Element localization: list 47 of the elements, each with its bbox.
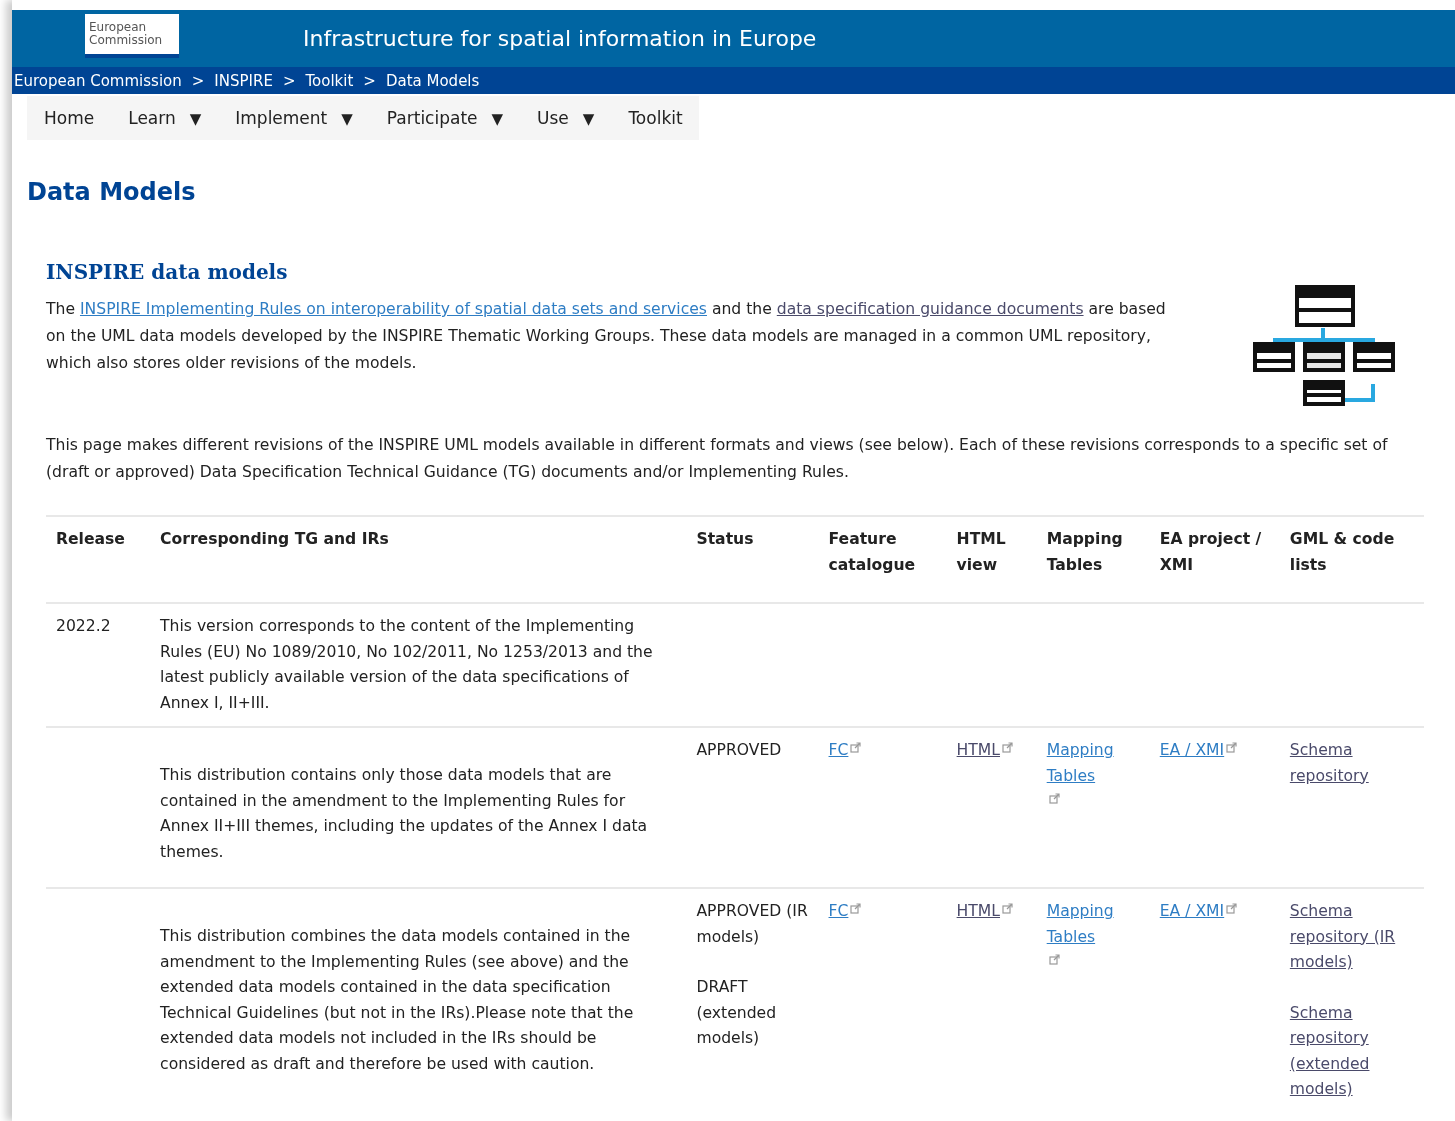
column-header: HTML view — [956, 530, 1006, 574]
breadcrumb-link[interactable]: Data Models — [385, 71, 480, 90]
table-link[interactable]: FC — [828, 899, 849, 925]
breadcrumb-separator: > — [191, 71, 205, 90]
page-title: Data Models — [27, 178, 197, 206]
description-cell-text: This version corresponds to the content of the Implementing Rules (EU) No 1089/2010, No 102/2011, No 1253/2013 and the latest publicly available version of the data specifications of Annex I, II+III. — [160, 616, 654, 714]
table-link[interactable]: Mapping Tables — [1046, 899, 1140, 950]
table-link[interactable]: HTML — [956, 738, 1000, 764]
description-cell-text: This distribution combines the data models contained in the amendment to the Implementing Rules (see above) and the extended data models contained in the data specification Technical Guidelines (but not in the IRs).Please note that the extended data models not included in the IRs should be considered as draft and therefore be used with caution. — [160, 926, 635, 1075]
section-title: INSPIRE data models — [46, 260, 289, 284]
column-header: Mapping Tables — [1046, 530, 1123, 574]
status-text: DRAFT (extended models) — [696, 977, 778, 1049]
table-link[interactable]: FC — [828, 738, 849, 764]
release-cell: 2022.2 — [56, 617, 111, 635]
table-link[interactable]: EA / XMI — [1159, 899, 1225, 925]
menu-item[interactable]: Implement ▼ — [235, 108, 353, 128]
table-link[interactable]: Mapping Tables — [1046, 738, 1140, 789]
status-text: APPROVED — [696, 740, 783, 761]
table-link[interactable]: Schema repository — [1289, 738, 1414, 789]
text-link[interactable]: data specification guidance documents — [776, 300, 1084, 318]
menu-item[interactable]: Toolkit — [628, 108, 683, 128]
menu-item[interactable]: Use ▼ — [537, 108, 595, 128]
intro-paragraph: The INSPIRE Implementing Rules on interoperability of spatial data sets and services and the data specification guidance documents are based on the UML data models developed by the INSPIRE Thematic Working Groups. These data models are managed in a common UML repository, which also stores older revisions of the models. — [46, 299, 1167, 374]
text-link[interactable]: INSPIRE Implementing Rules on interoperability of spatial data sets and services — [79, 300, 707, 318]
description-paragraph: This page makes different revisions of the INSPIRE UML models available in different formats and views (see below). Each of these revisions corresponds to a specific set of (draft or approved) Data Specification Technical Guidance (TG) documents and/or Implementing Rules. — [46, 435, 1389, 483]
menu-item[interactable]: Participate ▼ — [386, 108, 504, 128]
table-link[interactable]: EA / XMI — [1159, 738, 1225, 764]
column-header: Corresponding TG and IRs — [160, 530, 389, 548]
column-header: EA project / XMI — [1159, 530, 1262, 574]
breadcrumb-link[interactable]: INSPIRE — [214, 71, 273, 90]
description-cell-text: This distribution contains only those data models that are contained in the amendment to the Implementing Rules for Annex II+III themes, including the updates of the Annex I data themes. — [160, 765, 649, 863]
commission-logo[interactable]: European Commission — [85, 14, 179, 58]
site-title: Infrastructure for spatial information in Europe — [303, 26, 817, 51]
column-header: Status — [696, 530, 754, 548]
column-header: Release — [56, 530, 125, 548]
table-link[interactable]: HTML — [956, 899, 1000, 925]
breadcrumb-separator: > — [282, 71, 296, 90]
breadcrumb-link[interactable]: European Commission — [14, 71, 182, 90]
column-header: Feature catalogue — [828, 530, 916, 574]
table-link[interactable]: Schema repository (extended models) — [1289, 1000, 1414, 1103]
menu-item[interactable]: Learn ▼ — [128, 108, 202, 128]
breadcrumb-separator: > — [363, 71, 376, 90]
status-text: APPROVED (IR models) — [696, 901, 809, 948]
menu-item[interactable]: Home — [44, 108, 95, 128]
table-link[interactable]: Schema repository (IR models) — [1289, 899, 1414, 976]
breadcrumb-link[interactable]: Toolkit — [305, 71, 354, 90]
column-header: GML & code lists — [1289, 530, 1395, 574]
